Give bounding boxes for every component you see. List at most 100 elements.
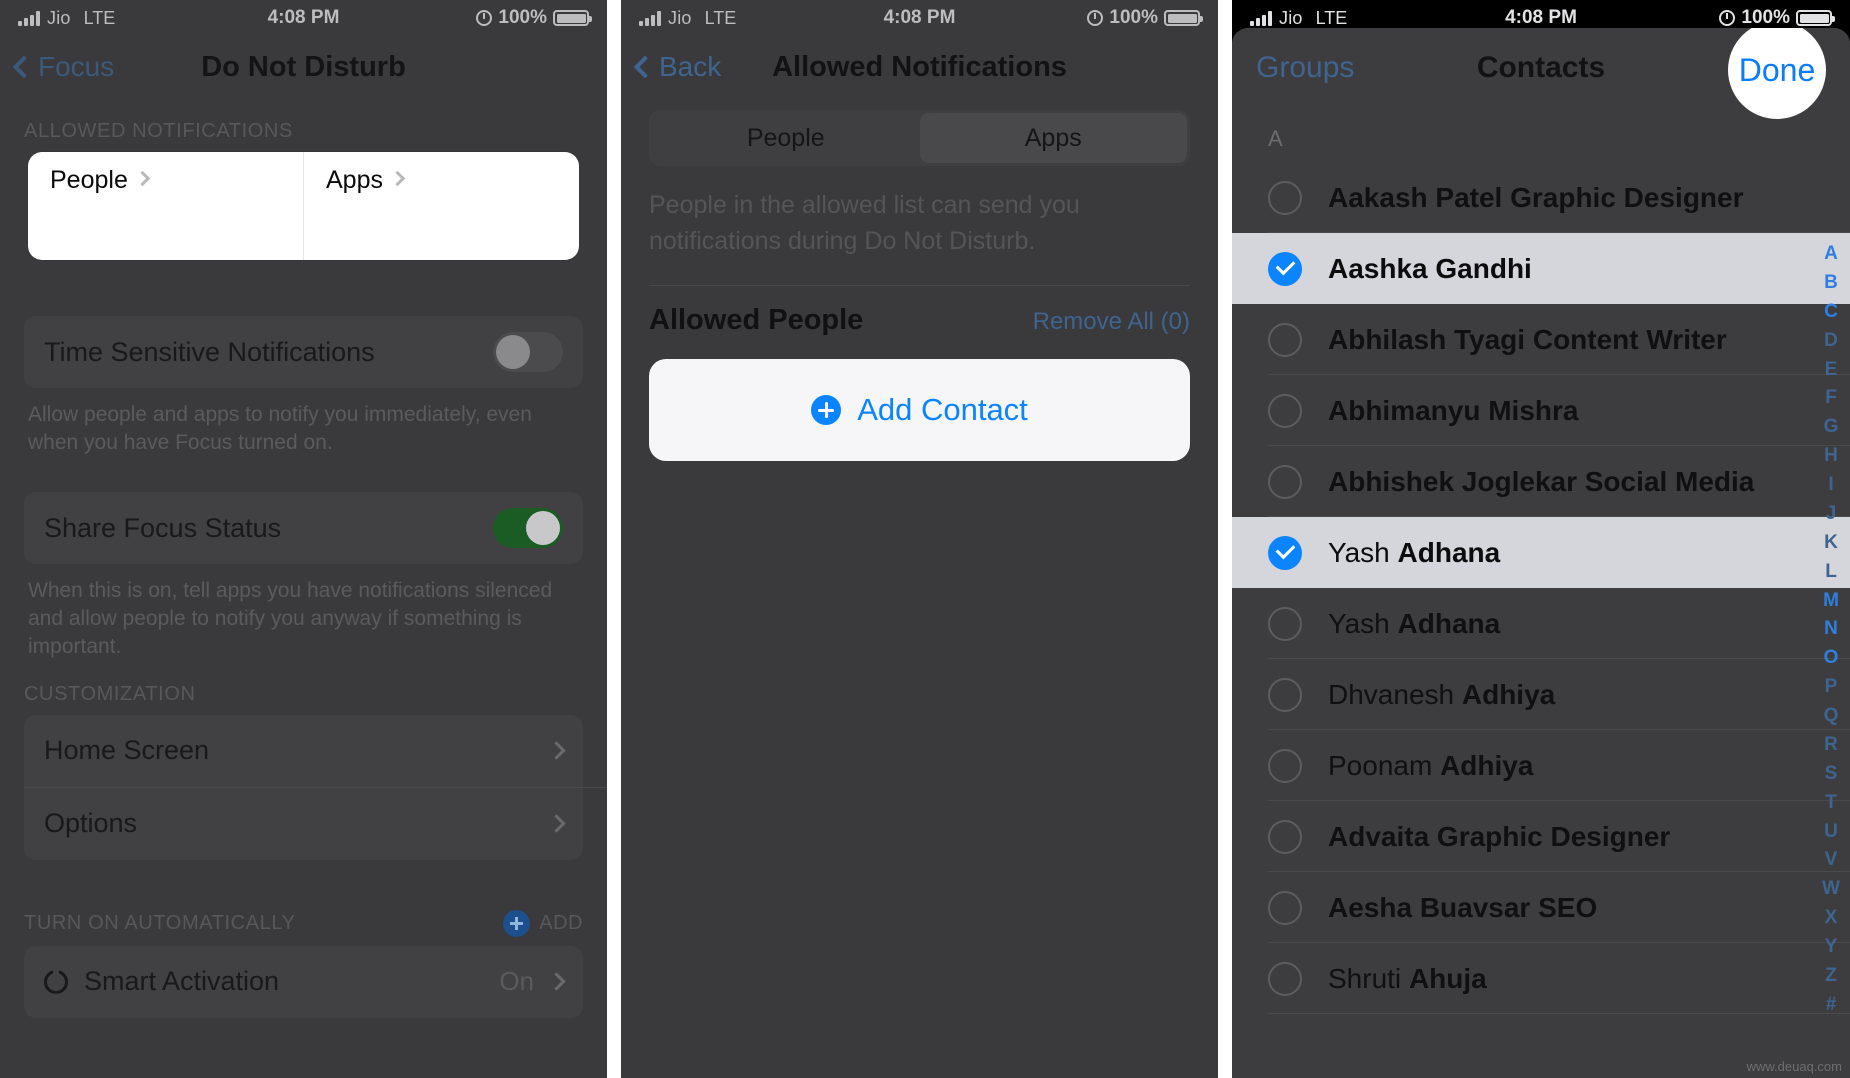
row-smart-activation[interactable]: Smart Activation On <box>24 945 583 1018</box>
chevron-right-icon <box>547 741 566 760</box>
add-automation-button[interactable]: ADD <box>503 909 583 937</box>
nav-bar-dnd: Focus Do Not Disturb <box>0 36 607 98</box>
section-header-allowed-notifications: ALLOWED NOTIFICATIONS <box>24 120 293 142</box>
options-label: Options <box>44 808 138 839</box>
checkbox-unchecked-icon[interactable] <box>1268 677 1302 712</box>
checkbox-unchecked-icon[interactable] <box>1268 748 1302 783</box>
status-bar-right: 100% <box>1719 7 1835 29</box>
add-contact-button[interactable]: Add Contact <box>649 359 1190 461</box>
contact-name: Yash Adhana <box>1328 607 1501 639</box>
checkbox-unchecked-icon[interactable] <box>1268 464 1302 499</box>
row-share-focus-status[interactable]: Share Focus Status <box>24 492 583 565</box>
contact-row[interactable]: Advaita Graphic Designer <box>1232 801 1850 872</box>
alphabet-index-letter[interactable]: I <box>1828 471 1833 500</box>
rotation-lock-icon <box>1087 10 1104 26</box>
contact-name: Abhimanyu Mishra <box>1328 394 1579 426</box>
battery-percent-label: 100% <box>1109 7 1158 28</box>
row-options[interactable]: Options <box>24 787 583 860</box>
contacts-list: Aakash Patel Graphic Designer Aashka Gand… <box>1232 162 1850 1014</box>
alphabet-index-letter[interactable]: L <box>1825 558 1837 587</box>
contact-name: Yash Adhana <box>1328 536 1501 568</box>
alphabet-index-letter[interactable]: D <box>1824 327 1838 356</box>
checkbox-unchecked-icon[interactable] <box>1268 819 1302 854</box>
network-label: LTE <box>704 7 737 28</box>
alphabet-index-letter[interactable]: O <box>1824 644 1839 673</box>
checkbox-unchecked-icon[interactable] <box>1268 961 1302 996</box>
alphabet-index[interactable]: A B C D E F G H I J K L M N O P Q R S T U V W X Y Z # <box>1818 240 1844 1020</box>
alphabet-index-letter[interactable]: M <box>1823 587 1839 616</box>
alphabet-index-letter[interactable]: G <box>1824 413 1839 442</box>
checkbox-unchecked-icon[interactable] <box>1268 606 1302 641</box>
row-time-sensitive-notifications[interactable]: Time Sensitive Notifications <box>24 316 583 388</box>
carrier-label: Jio <box>668 7 692 28</box>
screenshot-stage: Jio LTE 4:08 PM 100% Focus Do Not Distur… <box>0 0 1850 1078</box>
checkbox-unchecked-icon[interactable] <box>1268 393 1302 428</box>
allowed-people-header: Allowed People Remove All (0) <box>621 286 1218 337</box>
alphabet-index-letter[interactable]: X <box>1825 904 1838 933</box>
home-screen-label: Home Screen <box>44 735 210 766</box>
checkbox-checked-icon[interactable] <box>1268 535 1302 570</box>
smart-activation-label: Smart Activation <box>84 966 280 997</box>
alphabet-index-letter[interactable]: U <box>1824 818 1838 847</box>
alphabet-index-letter[interactable]: K <box>1824 529 1838 558</box>
contact-name: Abhishek Joglekar Social Media <box>1328 465 1755 497</box>
contact-row[interactable]: Yash Adhana <box>1232 517 1850 588</box>
back-button-focus[interactable]: Focus <box>12 51 114 83</box>
alphabet-index-letter[interactable]: B <box>1824 269 1838 298</box>
signal-bars-icon <box>639 10 661 26</box>
contact-row[interactable]: Yash Adhana <box>1232 588 1850 659</box>
alphabet-index-letter[interactable]: W <box>1822 875 1840 904</box>
tab-people[interactable]: People <box>652 113 920 163</box>
groups-button[interactable]: Groups <box>1256 51 1354 85</box>
alphabet-index-letter[interactable]: Y <box>1825 933 1838 962</box>
checkbox-unchecked-icon[interactable] <box>1268 890 1302 925</box>
alphabet-index-letter[interactable]: Z <box>1825 962 1837 991</box>
alphabet-index-letter[interactable]: J <box>1826 500 1837 529</box>
network-label: LTE <box>1315 7 1348 28</box>
share-focus-toggle[interactable] <box>493 508 563 549</box>
alphabet-index-letter[interactable]: R <box>1824 731 1838 760</box>
battery-full-icon <box>553 10 592 26</box>
contact-row[interactable]: Aakash Patel Graphic Designer <box>1232 162 1850 233</box>
network-label: LTE <box>83 7 116 28</box>
contacts-sheet-content: Groups Contacts Done A Aakash Patel Grap… <box>1232 28 1850 1078</box>
remove-all-button[interactable]: Remove All (0) <box>1033 308 1190 336</box>
alphabet-index-letter[interactable]: N <box>1824 615 1838 644</box>
alphabet-index-letter[interactable]: S <box>1825 760 1838 789</box>
contact-row[interactable]: Aesha Buavsar SEO <box>1232 872 1850 943</box>
back-button[interactable]: Back <box>633 51 721 83</box>
checkbox-unchecked-icon[interactable] <box>1268 180 1302 215</box>
alphabet-index-letter[interactable]: V <box>1825 846 1838 875</box>
row-home-screen[interactable]: Home Screen <box>24 714 583 787</box>
section-header-customization: CUSTOMIZATION <box>24 682 196 705</box>
contact-row[interactable]: Abhilash Tyagi Content Writer <box>1232 304 1850 375</box>
alphabet-index-letter[interactable]: F <box>1825 384 1837 413</box>
apps-cell[interactable]: Apps <box>303 152 579 260</box>
alphabet-index-letter[interactable]: T <box>1825 789 1837 818</box>
contact-row[interactable]: Poonam Adhiya <box>1232 730 1850 801</box>
contact-row[interactable]: Aashka Gandhi <box>1232 233 1850 304</box>
allowed-people-description: People in the allowed list can send you … <box>649 191 1080 255</box>
alphabet-index-letter[interactable]: C <box>1824 298 1838 327</box>
tab-apps[interactable]: Apps <box>919 113 1187 163</box>
checkbox-unchecked-icon[interactable] <box>1268 322 1302 357</box>
alphabet-index-letter[interactable]: # <box>1826 991 1837 1020</box>
alphabet-index-letter[interactable]: P <box>1825 673 1838 702</box>
battery-percent-label: 100% <box>498 7 547 28</box>
segmented-control[interactable]: People Apps <box>649 110 1190 166</box>
contact-row[interactable]: Dhvanesh Adhiya <box>1232 659 1850 730</box>
contact-row[interactable]: Abhimanyu Mishra <box>1232 375 1850 446</box>
time-sensitive-toggle[interactable] <box>493 332 563 372</box>
alphabet-index-letter[interactable]: A <box>1824 240 1838 269</box>
done-button[interactable]: Done <box>1728 28 1826 119</box>
plus-circle-icon <box>503 909 531 937</box>
turn-on-automatically-label: TURN ON AUTOMATICALLY <box>24 911 296 934</box>
people-cell[interactable]: People <box>28 152 303 260</box>
contact-row[interactable]: Abhishek Joglekar Social Media <box>1232 446 1850 517</box>
contact-row[interactable]: Shruti Ahuja <box>1232 943 1850 1014</box>
checkbox-checked-icon[interactable] <box>1268 251 1302 286</box>
alphabet-index-letter[interactable]: H <box>1824 442 1838 471</box>
alphabet-index-letter[interactable]: E <box>1825 356 1838 385</box>
smart-activation-value: On <box>499 966 534 997</box>
alphabet-index-letter[interactable]: Q <box>1824 702 1839 731</box>
